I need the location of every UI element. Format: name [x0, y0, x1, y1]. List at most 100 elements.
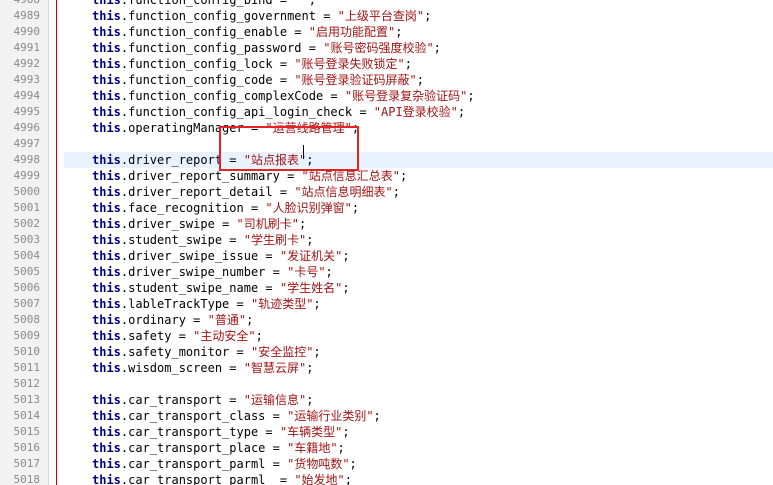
- code-line[interactable]: 5004 this.driver_swipe_issue = "发证机关";: [0, 248, 773, 264]
- string-value: "智慧云屏": [243, 361, 307, 375]
- code-text[interactable]: this.car_transport = "运输信息";: [64, 392, 773, 408]
- line-number: 4996: [13, 121, 41, 134]
- assign-operator: =: [229, 297, 251, 311]
- code-text[interactable]: this.lableTrackType = "轨迹类型";: [64, 296, 773, 312]
- assign-operator: =: [222, 233, 244, 247]
- code-line[interactable]: 5011 this.wisdom_screen = "智慧云屏";: [0, 360, 773, 376]
- code-line[interactable]: 5017 this.car_transport_parml = "货物吨数";: [0, 456, 773, 472]
- code-line[interactable]: 5001 this.face_recognition = "人脸识别弹窗";: [0, 200, 773, 216]
- assign-operator: =: [258, 425, 280, 439]
- code-text[interactable]: this.wisdom_screen = "智慧云屏";: [64, 360, 773, 376]
- code-line[interactable]: 5018 this.car_transport_parml_ = "始发地";: [0, 472, 773, 485]
- member-name: .car_transport_type: [120, 425, 259, 439]
- string-value: "人脸识别弹窗": [265, 201, 352, 215]
- code-line[interactable]: 5014 this.car_transport_class = "运输行业类别"…: [0, 408, 773, 424]
- member-name: .student_swipe: [120, 233, 223, 247]
- code-line[interactable]: 4993 this.function_config_code = "账号登录验证…: [0, 72, 773, 88]
- keyword-this: this: [92, 249, 121, 263]
- code-text[interactable]: this.student_swipe_name = "学生姓名";: [64, 280, 773, 296]
- code-line[interactable]: 5002 this.driver_swipe = "司机刷卡";: [0, 216, 773, 232]
- code-text[interactable]: this.operatingManager = "运营线路管理";: [64, 120, 773, 136]
- code-text[interactable]: this.function_config_lock = "账号登录失败锁定";: [64, 56, 773, 72]
- code-line[interactable]: 4998 this.driver_report = "站点报表";: [0, 152, 773, 168]
- code-text[interactable]: this.car_transport_type = "车辆类型";: [64, 424, 773, 440]
- code-text[interactable]: this.function_config_code = "账号登录验证码屏蔽";: [64, 72, 773, 88]
- code-line[interactable]: 5016 this.car_transport_place = "车籍地";: [0, 440, 773, 456]
- code-text[interactable]: this.function_config_bind = "";: [64, 0, 773, 8]
- text-cursor: [303, 145, 304, 159]
- code-text[interactable]: this.function_config_complexCode = "账号登录…: [64, 88, 773, 104]
- code-text[interactable]: this.student_swipe = "学生刷卡";: [64, 232, 773, 248]
- code-line[interactable]: 5008 this.ordinary = "普通";: [0, 312, 773, 328]
- code-line[interactable]: 4991 this.function_config_password = "账号…: [0, 40, 773, 56]
- keyword-this: this: [92, 265, 121, 279]
- code-text[interactable]: this.car_transport_class = "运输行业类别";: [64, 408, 773, 424]
- code-text[interactable]: this.driver_swipe = "司机刷卡";: [64, 216, 773, 232]
- keyword-this: this: [92, 393, 121, 407]
- code-line[interactable]: 4990 this.function_config_enable = "启用功能…: [0, 24, 773, 40]
- string-value: "账号登录验证码屏蔽": [294, 73, 417, 87]
- semicolon: ;: [306, 153, 314, 167]
- line-number: 5003: [13, 233, 41, 246]
- assign-operator: =: [272, 185, 295, 199]
- assign-operator: =: [222, 361, 244, 375]
- code-text[interactable]: this.driver_report_detail = "站点信息明细表";: [64, 184, 773, 200]
- assign-operator: =: [315, 9, 338, 23]
- semicolon: ;: [342, 249, 350, 263]
- code-line[interactable]: 4995 this.function_config_api_login_chec…: [0, 104, 773, 120]
- code-line[interactable]: 4989 this.function_config_government = "…: [0, 8, 773, 24]
- line-number: 5001: [13, 201, 41, 214]
- code-line[interactable]: 5003 this.student_swipe = "学生刷卡";: [0, 232, 773, 248]
- code-line[interactable]: 5012: [0, 376, 773, 392]
- code-line[interactable]: 4994 this.function_config_complexCode = …: [0, 88, 773, 104]
- code-line[interactable]: 4988 this.function_config_bind = "";: [0, 0, 773, 8]
- code-lines[interactable]: 4988 this.function_config_bind = ""; 498…: [0, 0, 773, 485]
- code-text[interactable]: this.driver_report = "站点报表";: [64, 152, 773, 168]
- member-name: .function_config_complexCode: [120, 89, 324, 103]
- code-text[interactable]: this.driver_report_summary = "站点信息汇总表";: [64, 168, 773, 184]
- code-line[interactable]: 5013 this.car_transport = "运输信息";: [0, 392, 773, 408]
- code-text[interactable]: this.function_config_password = "账号密码强度校…: [64, 40, 773, 56]
- line-number: 5018: [13, 473, 41, 485]
- code-line[interactable]: 5006 this.student_swipe_name = "学生姓名";: [0, 280, 773, 296]
- semicolon: ;: [325, 265, 333, 279]
- assign-operator: =: [265, 265, 288, 279]
- keyword-this: this: [92, 0, 121, 7]
- code-line[interactable]: 4999 this.driver_report_summary = "站点信息汇…: [0, 168, 773, 184]
- code-text[interactable]: this.function_config_government = "上级平台查…: [64, 8, 773, 24]
- code-text[interactable]: this.car_transport_parml_ = "始发地";: [64, 472, 773, 485]
- code-text[interactable]: this.driver_swipe_number = "卡号";: [64, 264, 773, 280]
- code-text[interactable]: this.driver_swipe_issue = "发证机关";: [64, 248, 773, 264]
- code-line[interactable]: 4997: [0, 136, 773, 152]
- semicolon: ;: [349, 457, 357, 471]
- string-value: "卡号": [287, 265, 326, 279]
- assign-operator: =: [258, 281, 280, 295]
- assign-operator: =: [214, 217, 237, 231]
- code-line[interactable]: 5015 this.car_transport_type = "车辆类型";: [0, 424, 773, 440]
- code-line[interactable]: 5007 this.lableTrackType = "轨迹类型";: [0, 296, 773, 312]
- code-text[interactable]: this.car_transport_parml = "货物吨数";: [64, 456, 773, 472]
- code-line[interactable]: 5000 this.driver_report_detail = "站点信息明细…: [0, 184, 773, 200]
- code-text[interactable]: this.safety_monitor = "安全监控";: [64, 344, 773, 360]
- code-line[interactable]: 5009 this.safety = "主动安全";: [0, 328, 773, 344]
- code-text[interactable]: this.function_config_enable = "启用功能配置";: [64, 24, 773, 40]
- string-value: "账号密码强度校验": [323, 41, 434, 55]
- code-text[interactable]: this.face_recognition = "人脸识别弹窗";: [64, 200, 773, 216]
- semicolon: ;: [457, 105, 466, 119]
- code-editor[interactable]: 4988 this.function_config_bind = ""; 498…: [0, 0, 773, 485]
- code-text[interactable]: this.ordinary = "普通";: [64, 312, 773, 328]
- code-line[interactable]: 4996 this.operatingManager = "运营线路管理";: [0, 120, 773, 136]
- code-line[interactable]: 5005 this.driver_swipe_number = "卡号";: [0, 264, 773, 280]
- keyword-this: this: [92, 169, 121, 183]
- keyword-this: this: [92, 233, 121, 247]
- semicolon: ;: [306, 233, 314, 247]
- code-text[interactable]: this.safety = "主动安全";: [64, 328, 773, 344]
- assign-operator: =: [265, 457, 288, 471]
- code-line[interactable]: 5010 this.safety_monitor = "安全监控";: [0, 344, 773, 360]
- code-text[interactable]: this.car_transport_place = "车籍地";: [64, 440, 773, 456]
- assign-operator: =: [258, 249, 280, 263]
- line-number: 4994: [13, 89, 41, 102]
- code-line[interactable]: 4992 this.function_config_lock = "账号登录失败…: [0, 56, 773, 72]
- assign-operator: =: [272, 0, 295, 7]
- code-text[interactable]: this.function_config_api_login_check = "…: [64, 104, 773, 120]
